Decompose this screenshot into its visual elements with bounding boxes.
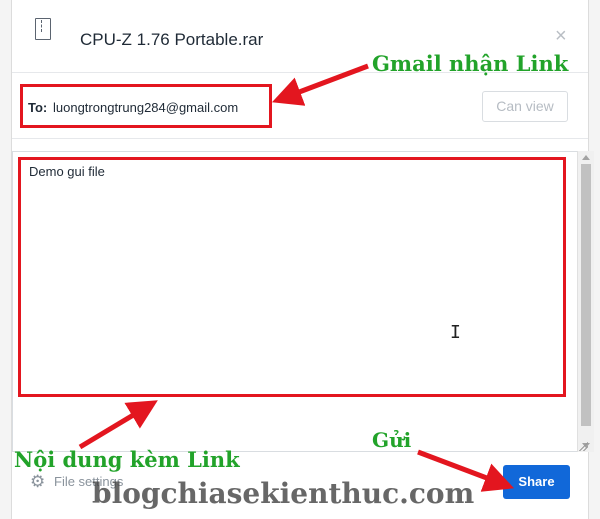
page: CPU-Z 1.76 Portable.rar × To: luongtrong… (0, 0, 600, 519)
annotation-arrows (78, 63, 515, 492)
watermark: blogchiasekienthuc.com (92, 477, 475, 510)
recipient-arrow (271, 63, 369, 106)
send-note: Gửi (372, 428, 412, 452)
message-arrow (78, 400, 158, 450)
message-note: Nội dung kèm Link (14, 447, 240, 472)
recipient-note: Gmail nhận Link (372, 51, 569, 76)
